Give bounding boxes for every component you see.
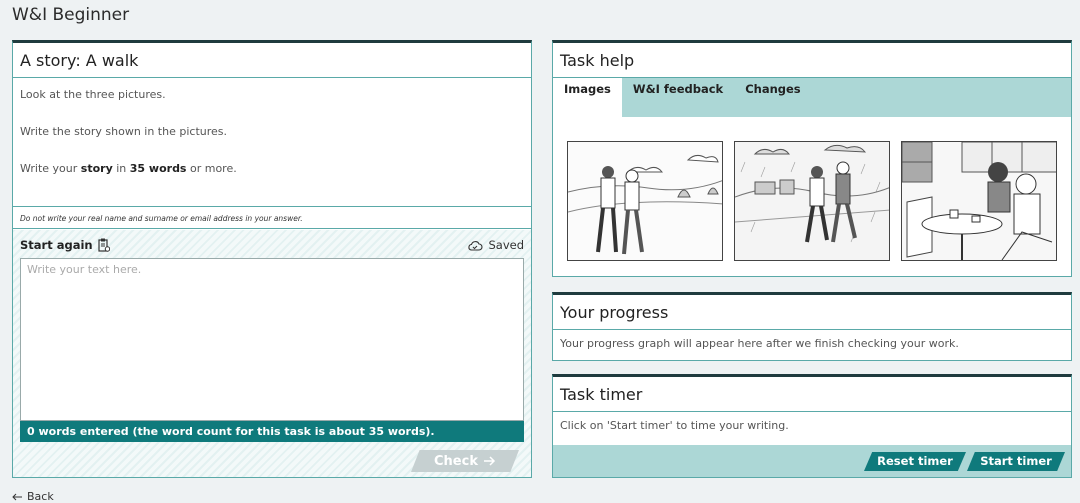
saved-status: Saved [467,238,524,252]
clipboard-reset-icon [97,238,110,252]
timer-title: Task timer [553,377,1071,412]
arrow-right-icon [483,456,496,466]
story-pictures [567,141,1057,261]
story-title: A story: A walk [13,43,531,78]
story-picture-2[interactable] [734,141,890,261]
check-label: Check [434,453,478,469]
tab-changes[interactable]: Changes [734,78,811,117]
arrow-left-icon [12,493,22,500]
reset-timer-button[interactable]: Reset timer [864,452,966,471]
task-help-title: Task help [553,43,1071,78]
story-picture-1[interactable] [567,141,723,261]
instructions: Look at the three pictures. Write the st… [13,78,531,206]
cloud-check-icon [468,240,483,251]
story-picture-3[interactable] [901,141,1057,261]
start-again-button[interactable]: Start again [20,238,110,252]
story-text-input[interactable] [20,258,524,421]
timer-card: Task timer Click on 'Start timer' to tim… [552,374,1072,478]
app-title: W&I Beginner [12,5,130,25]
instruction-line-2: Write the story shown in the pictures. [20,125,228,138]
check-button[interactable]: Check [411,450,519,472]
task-help-tabs: Images W&I feedback Changes [553,78,1071,124]
instruction-line-1: Look at the three pictures. [20,88,166,101]
task-help-card: Task help Images W&I feedback Changes [552,40,1072,277]
back-link[interactable]: Back [12,490,54,503]
back-label: Back [27,490,54,503]
instruction-line-3: Write your story in 35 words or more. [20,162,237,175]
timer-text: Click on 'Start timer' to time your writ… [560,419,789,432]
timer-controls: Reset timer Start timer [553,445,1071,477]
privacy-notice: Do not write your real name and surname … [13,206,531,229]
word-count-bar: 0 words entered (the word count for this… [20,421,524,442]
saved-label: Saved [488,238,524,252]
progress-title: Your progress [553,295,1071,330]
tab-feedback[interactable]: W&I feedback [622,78,734,117]
progress-card: Your progress Your progress graph will a… [552,292,1072,361]
tab-images[interactable]: Images [553,78,622,124]
editor-area: Start again Saved 0 words entered (the w… [13,230,531,477]
start-again-label: Start again [20,238,93,252]
progress-text: Your progress graph will appear here aft… [560,337,959,350]
start-timer-button[interactable]: Start timer [967,452,1065,471]
story-card: A story: A walk Look at the three pictur… [12,40,532,478]
